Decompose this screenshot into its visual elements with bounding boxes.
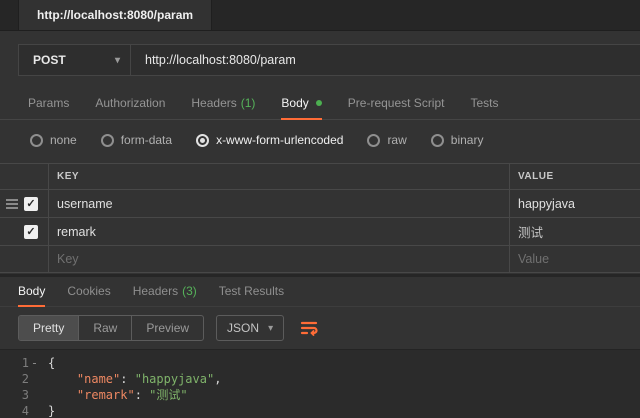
fold-toggle-icon[interactable]: - [29, 355, 40, 371]
radio-icon [100, 133, 114, 147]
response-headers-count-badge: (3) [182, 284, 197, 298]
format-select[interactable]: JSON ▾ [216, 315, 285, 341]
row-gutter: ✓ [0, 218, 48, 245]
response-body-viewer: 1 - 2 3 4 { "name": "happyjava", "remark… [0, 349, 640, 418]
key-cell[interactable]: username [48, 190, 510, 217]
kv-header-gutter [0, 164, 48, 189]
response-tab-body[interactable]: Body [18, 277, 46, 307]
request-tabs: Params Authorization Headers (1) Body Pr… [0, 88, 640, 120]
key-cell-placeholder[interactable]: Key [48, 246, 510, 272]
view-mode-group: Pretty Raw Preview [18, 315, 205, 341]
method-value: POST [33, 53, 66, 67]
response-tab-headers-label: Headers [132, 284, 179, 298]
key-cell[interactable]: remark [48, 218, 510, 245]
tab-body[interactable]: Body [281, 88, 322, 120]
row-checkbox[interactable]: ✓ [24, 224, 38, 239]
radio-icon [367, 133, 381, 147]
tab-params-label: Params [28, 96, 70, 110]
key-column-header: KEY [48, 164, 510, 189]
value-cell-placeholder[interactable]: Value [510, 246, 640, 272]
mode-form-data-label: form-data [120, 133, 173, 147]
preview-button[interactable]: Preview [132, 316, 203, 340]
key-placeholder-text: Key [57, 252, 79, 266]
tab-authorization-label: Authorization [95, 96, 166, 110]
chevron-down-icon: ▾ [114, 54, 120, 66]
mode-none-label: none [50, 133, 77, 147]
value-cell[interactable]: 测试 [510, 218, 640, 245]
window-tab-bar: http://localhost:8080/param [0, 0, 640, 31]
raw-button[interactable]: Raw [79, 316, 133, 340]
response-tab-cookies[interactable]: Cookies [67, 277, 110, 307]
row-gutter [0, 246, 48, 272]
request-tab-title: http://localhost:8080/param [37, 8, 194, 22]
value-placeholder-text: Value [518, 252, 550, 266]
value-cell[interactable]: happyjava [510, 190, 640, 217]
mode-binary[interactable]: binary [430, 133, 484, 147]
mode-none[interactable]: none [30, 133, 77, 147]
request-tab[interactable]: http://localhost:8080/param [18, 0, 213, 30]
table-row: ✓ username happyjava [0, 190, 640, 218]
headers-count-badge: (1) [240, 96, 256, 110]
line-number: 3 [21, 388, 29, 402]
row-checkbox[interactable]: ✓ [24, 196, 38, 211]
tab-headers-label: Headers [191, 96, 237, 110]
key-text: username [57, 196, 113, 211]
line-number: 1 [21, 356, 29, 370]
response-tab-body-label: Body [18, 284, 46, 298]
code-content: { "name": "happyjava", "remark": "测试" } [40, 355, 221, 418]
drag-handle-icon[interactable] [6, 198, 18, 209]
value-column-header: VALUE [518, 171, 554, 182]
key-text: remark [57, 224, 96, 239]
kv-header-row: KEY VALUE [0, 164, 640, 190]
request-url-bar: POST ▾ http://localhost:8080/param [18, 44, 640, 76]
code-line: } [48, 404, 56, 418]
line-number: 2 [21, 372, 29, 386]
method-select[interactable]: POST ▾ [19, 45, 131, 75]
response-section: Body Cookies Headers (3) Test Results Pr… [0, 274, 640, 418]
response-tab-test-results-label: Test Results [218, 284, 285, 298]
line-number-gutter: 1 - 2 3 4 [0, 355, 40, 418]
response-tab-cookies-label: Cookies [67, 284, 111, 298]
tab-pre-request-label: Pre-request Script [347, 96, 445, 110]
code-line: "remark": "测试" [76, 388, 188, 402]
line-number: 4 [21, 404, 29, 418]
body-mode-selector: none form-data x-www-form-urlencoded raw… [0, 120, 640, 160]
mode-raw[interactable]: raw [367, 133, 407, 147]
chevron-down-icon: ▾ [268, 322, 274, 334]
code-line: { [48, 356, 56, 370]
wrap-text-button[interactable] [296, 315, 322, 341]
response-tab-headers[interactable]: Headers (3) [133, 277, 197, 307]
mode-raw-label: raw [387, 133, 407, 147]
tab-tests[interactable]: Tests [470, 88, 498, 120]
pretty-button[interactable]: Pretty [19, 316, 80, 340]
code-line: "name": "happyjava", [76, 372, 222, 386]
value-text: happyjava [518, 196, 575, 211]
radio-icon [30, 133, 43, 147]
value-text: 测试 [518, 226, 544, 240]
mode-binary-label: binary [450, 133, 484, 147]
response-tab-test-results[interactable]: Test Results [219, 277, 284, 307]
url-value: http://localhost:8080/param [145, 53, 296, 67]
wrap-text-icon [300, 321, 318, 336]
format-value: JSON [227, 321, 260, 335]
radio-icon [430, 133, 444, 147]
mode-urlencoded-label: x-www-form-urlencoded [216, 133, 344, 147]
tab-body-label: Body [281, 96, 309, 110]
table-row: ✓ remark 测试 [0, 218, 640, 246]
body-has-content-dot [315, 100, 322, 106]
tab-pre-request-script[interactable]: Pre-request Script [348, 88, 445, 120]
response-tabs: Body Cookies Headers (3) Test Results [0, 277, 640, 307]
tab-tests-label: Tests [470, 96, 499, 110]
mode-x-www-form-urlencoded[interactable]: x-www-form-urlencoded [196, 133, 343, 147]
tab-authorization[interactable]: Authorization [95, 88, 165, 120]
tab-headers[interactable]: Headers (1) [191, 88, 255, 120]
mode-form-data[interactable]: form-data [100, 133, 173, 147]
tab-params[interactable]: Params [28, 88, 69, 120]
url-input[interactable]: http://localhost:8080/param [131, 45, 640, 75]
urlencoded-kv-table: KEY VALUE ✓ username happyjava ✓ remark … [0, 163, 640, 273]
radio-selected-icon [196, 133, 210, 147]
response-toolbar: Pretty Raw Preview JSON ▾ [0, 307, 640, 349]
table-row-empty: Key Value [0, 246, 640, 273]
row-gutter: ✓ [0, 190, 48, 217]
